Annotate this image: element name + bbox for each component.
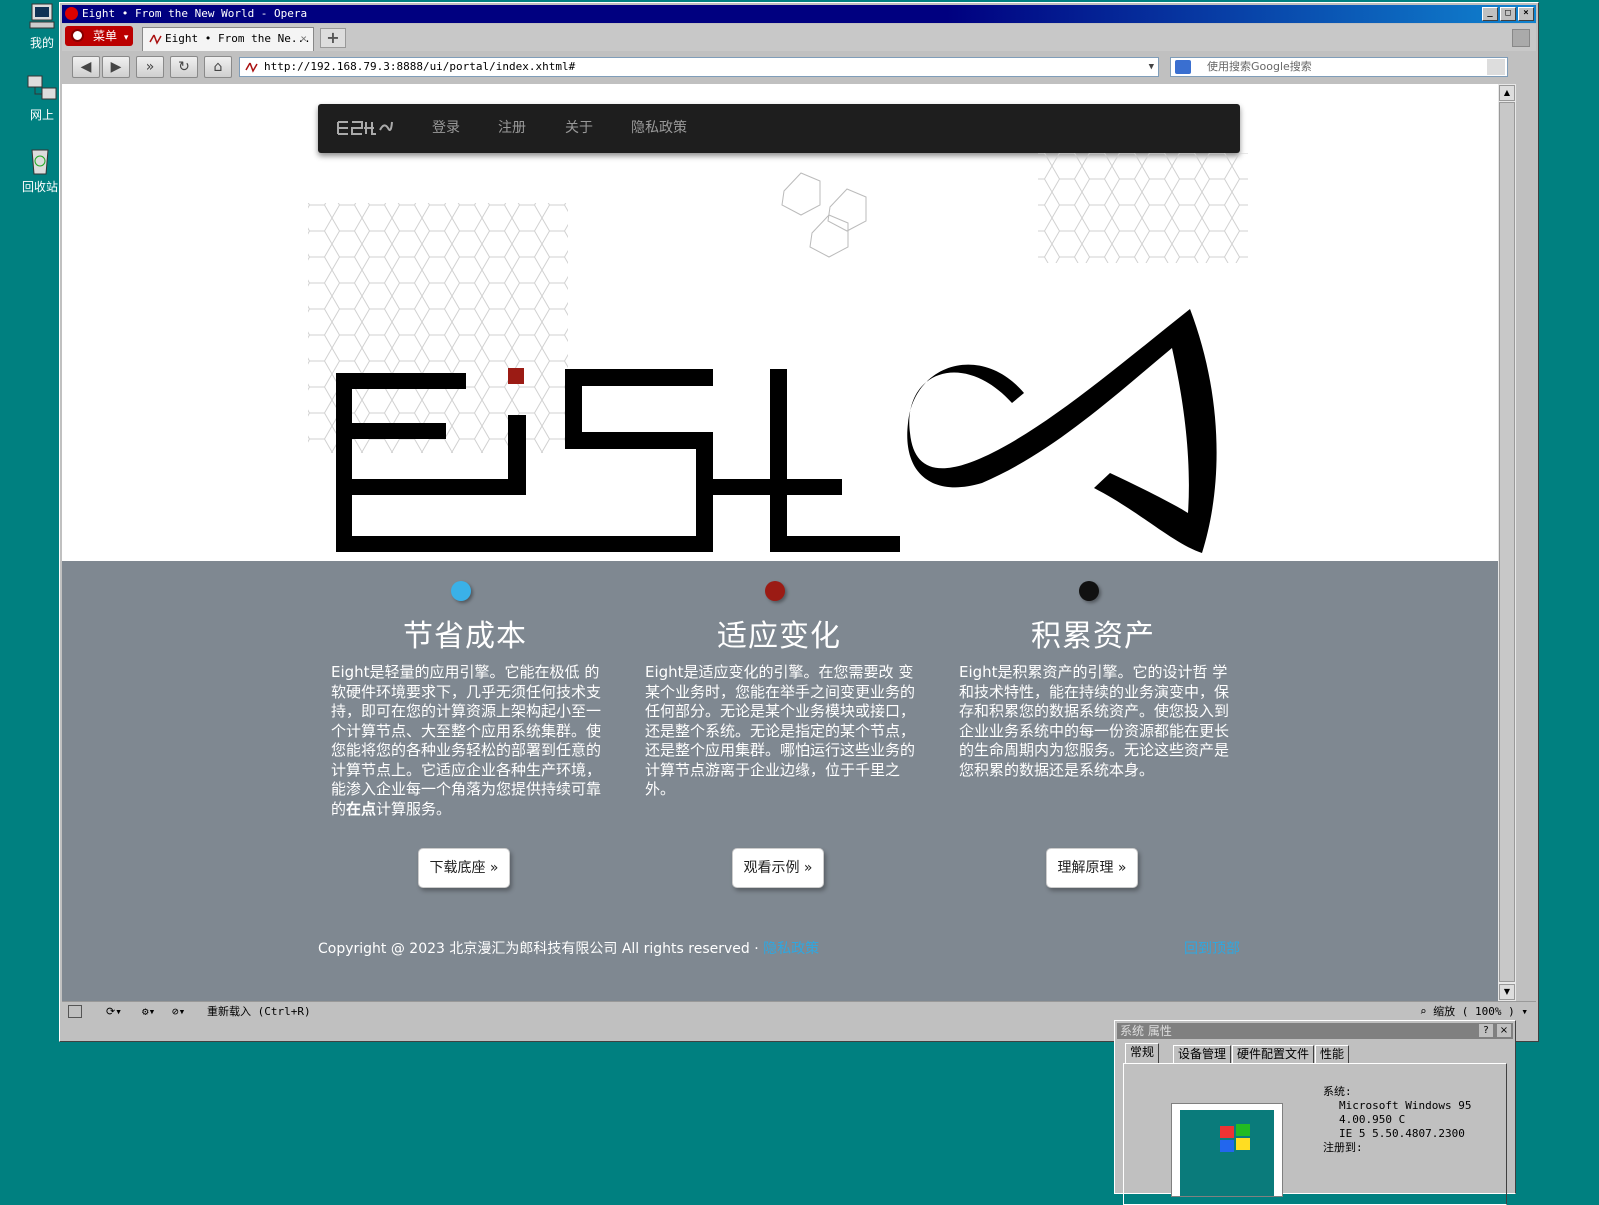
tab-title: Eight • From the Ne... bbox=[165, 32, 311, 45]
back-button[interactable]: ◀ bbox=[72, 56, 100, 78]
os-version: 4.00.950 C bbox=[1339, 1113, 1406, 1126]
features-section: 节省成本 Eight是轻量的应用引擎。它能在极低 的软硬件环境要求下，几乎无须任… bbox=[62, 561, 1498, 1001]
tab-performance[interactable]: 性能 bbox=[1315, 1045, 1350, 1063]
os-name: Microsoft Windows 95 bbox=[1339, 1099, 1472, 1112]
footer: Copyright @ 2023 北京漫汇为郎科技有限公司 All rights… bbox=[318, 938, 1240, 958]
feature-dot bbox=[765, 581, 785, 601]
view-demo-button[interactable]: 观看示例 » bbox=[732, 848, 824, 888]
status-bar: ⟳▾ ⚙▾ ⊘▾ 重新载入 (Ctrl+R) ⌕ 缩放 ( 100% ) ▾ bbox=[62, 1001, 1536, 1022]
zoom-control[interactable]: ⌕ 缩放 ( 100% ) ▾ bbox=[1420, 1002, 1528, 1022]
back-to-top-link[interactable]: 回到顶部 bbox=[1184, 938, 1240, 958]
feature-title: 适应变化 bbox=[717, 619, 841, 654]
system-properties-dialog: 系统 属性 ? × 常规 设备管理 硬件配置文件 性能 系统: Microsof… bbox=[1114, 1020, 1516, 1205]
site-favicon-icon bbox=[244, 60, 258, 74]
nav-login[interactable]: 登录 bbox=[432, 104, 460, 153]
understand-principle-button[interactable]: 理解原理 » bbox=[1046, 848, 1138, 888]
maximize-button[interactable]: □ bbox=[1500, 7, 1516, 21]
window-titlebar: Eight • From the New World - Opera _ □ × bbox=[62, 5, 1536, 23]
zoom-icon: ⌕ bbox=[1419, 1005, 1427, 1018]
panel-toggle-icon[interactable] bbox=[68, 1005, 82, 1018]
reload-hint: 重新载入 (Ctrl+R) bbox=[207, 1005, 311, 1018]
copyright-text: Copyright @ 2023 北京漫汇为郎科技有限公司 All rights… bbox=[318, 941, 764, 957]
feature-title: 节省成本 bbox=[403, 619, 527, 654]
site-navbar: 登录 注册 关于 隐私政策 bbox=[318, 104, 1240, 153]
home-button[interactable]: ⌂ bbox=[204, 56, 232, 78]
feature-text: Eight是积累资产的引擎。它的设计哲 学和技术特性，能在持续的业务演变中，保存… bbox=[959, 663, 1235, 780]
search-placeholder: 使用搜索Google搜索 bbox=[1207, 60, 1312, 73]
windows-logo-icon bbox=[1180, 1110, 1274, 1196]
desktop-icon-recycle-bin[interactable]: 回收站 bbox=[16, 146, 64, 195]
nav-register[interactable]: 注册 bbox=[498, 104, 526, 153]
help-button[interactable]: ? bbox=[1479, 1024, 1493, 1037]
site-favicon-icon bbox=[148, 32, 162, 46]
url-text: http://192.168.79.3:8888/ui/portal/index… bbox=[264, 60, 576, 73]
desktop-icon-label: 回收站 bbox=[21, 178, 58, 195]
download-base-button[interactable]: 下载底座 » bbox=[418, 848, 510, 888]
fast-forward-button[interactable]: » bbox=[136, 56, 164, 78]
address-bar[interactable]: http://192.168.79.3:8888/ui/portal/index… bbox=[239, 57, 1159, 77]
close-button[interactable]: × bbox=[1518, 7, 1534, 21]
opera-menu-button[interactable]: 菜单 ▾ bbox=[65, 26, 133, 46]
nav-privacy[interactable]: 隐私政策 bbox=[631, 104, 687, 153]
tab-device-manager[interactable]: 设备管理 bbox=[1173, 1045, 1232, 1063]
dialog-titlebar: 系统 属性 ? × bbox=[1117, 1023, 1513, 1039]
feature-text-part: Eight是适应变化的引擎。在您需要改 变某个业务时，您能在举手之间变更业务的任… bbox=[645, 663, 916, 798]
reload-button[interactable]: ↻ bbox=[170, 56, 198, 78]
window-title: Eight • From the New World - Opera bbox=[82, 7, 308, 20]
forward-button[interactable]: ▶ bbox=[102, 56, 130, 78]
feature-text: Eight是轻量的应用引擎。它能在极低 的软硬件环境要求下，几乎无须任何技术支持… bbox=[331, 663, 607, 819]
computer-graphic bbox=[1171, 1103, 1283, 1197]
sync-icon[interactable]: ⟳▾ bbox=[106, 1002, 122, 1022]
dialog-title: 系统 属性 bbox=[1120, 1024, 1172, 1038]
navigation-toolbar: ◀ ▶ » ↻ ⌂ http://192.168.79.3:8888/ui/po… bbox=[62, 51, 1536, 83]
browser-window: Eight • From the New World - Opera _ □ ×… bbox=[59, 2, 1539, 1042]
zoom-level: 缩放 ( 100% ) bbox=[1433, 1005, 1515, 1018]
page-viewport: 登录 注册 关于 隐私政策 节省成本 Eight是轻量的应用引擎。它能在极低 的… bbox=[62, 84, 1498, 1001]
scroll-down-icon[interactable]: ▼ bbox=[1499, 984, 1515, 1000]
recycle-bin-icon bbox=[24, 146, 56, 176]
system-label: 系统: bbox=[1323, 1085, 1352, 1098]
feature-title: 积累资产 bbox=[1031, 619, 1155, 654]
trash-icon[interactable] bbox=[1512, 29, 1530, 47]
desktop-icon-label: 我的 bbox=[29, 34, 54, 51]
vertical-scrollbar[interactable]: ▲ ▼ bbox=[1498, 84, 1516, 1001]
block-icon[interactable]: ⊘▾ bbox=[172, 1002, 185, 1022]
chevron-down-icon: ▾ bbox=[123, 33, 129, 43]
feature-text: Eight是适应变化的引擎。在您需要改 变某个业务时，您能在举手之间变更业务的任… bbox=[645, 663, 921, 800]
feature-text-part: 计算服务。 bbox=[376, 799, 452, 818]
feature-dot bbox=[1079, 581, 1099, 601]
brand-logo[interactable] bbox=[336, 118, 394, 141]
system-info: 系统: Microsoft Windows 95 4.00.950 C IE 5… bbox=[1323, 1085, 1471, 1155]
registered-label: 注册到: bbox=[1323, 1141, 1363, 1154]
opera-o-icon bbox=[71, 29, 84, 42]
scroll-thumb[interactable] bbox=[1499, 102, 1515, 982]
nav-about[interactable]: 关于 bbox=[565, 104, 593, 153]
minimize-button[interactable]: _ bbox=[1482, 7, 1498, 21]
feature-dot bbox=[451, 581, 471, 601]
hero-banner bbox=[308, 153, 1248, 553]
tab-bar: 菜单 ▾ Eight • From the Ne... × + bbox=[62, 24, 1536, 51]
tab-general[interactable]: 常规 bbox=[1125, 1043, 1160, 1063]
tab-hardware-profiles[interactable]: 硬件配置文件 bbox=[1232, 1045, 1315, 1063]
feature-text-bold: 在点 bbox=[346, 799, 377, 818]
search-icon[interactable] bbox=[1487, 59, 1505, 75]
opera-logo-icon bbox=[65, 7, 78, 20]
search-engine-icon[interactable] bbox=[1175, 60, 1191, 74]
computer-icon bbox=[26, 2, 58, 32]
feature-text-part: Eight是轻量的应用引擎。它能在极低 的软硬件环境要求下，几乎无须任何技术支持… bbox=[331, 663, 602, 818]
dialog-close-button[interactable]: × bbox=[1497, 1024, 1511, 1037]
new-tab-button[interactable]: + bbox=[320, 28, 346, 48]
ie-version: IE 5 5.50.4807.2300 bbox=[1339, 1127, 1465, 1140]
chevron-down-icon[interactable]: ▼ bbox=[1149, 58, 1154, 76]
tab-active[interactable]: Eight • From the Ne... × bbox=[142, 27, 314, 51]
scroll-up-icon[interactable]: ▲ bbox=[1499, 85, 1515, 101]
tab-close-icon[interactable]: × bbox=[300, 28, 307, 50]
menu-label: 菜单 bbox=[93, 29, 118, 43]
share-icon[interactable]: ⚙▾ bbox=[142, 1002, 155, 1022]
search-field[interactable]: 使用搜索Google搜索 bbox=[1170, 57, 1508, 77]
network-icon bbox=[26, 74, 58, 104]
feature-text-part: Eight是积累资产的引擎。它的设计哲 学和技术特性，能在持续的业务演变中，保存… bbox=[959, 663, 1230, 779]
footer-privacy-link[interactable]: 隐私政策 bbox=[763, 941, 819, 957]
desktop-icon-label: 网上 bbox=[29, 106, 54, 123]
